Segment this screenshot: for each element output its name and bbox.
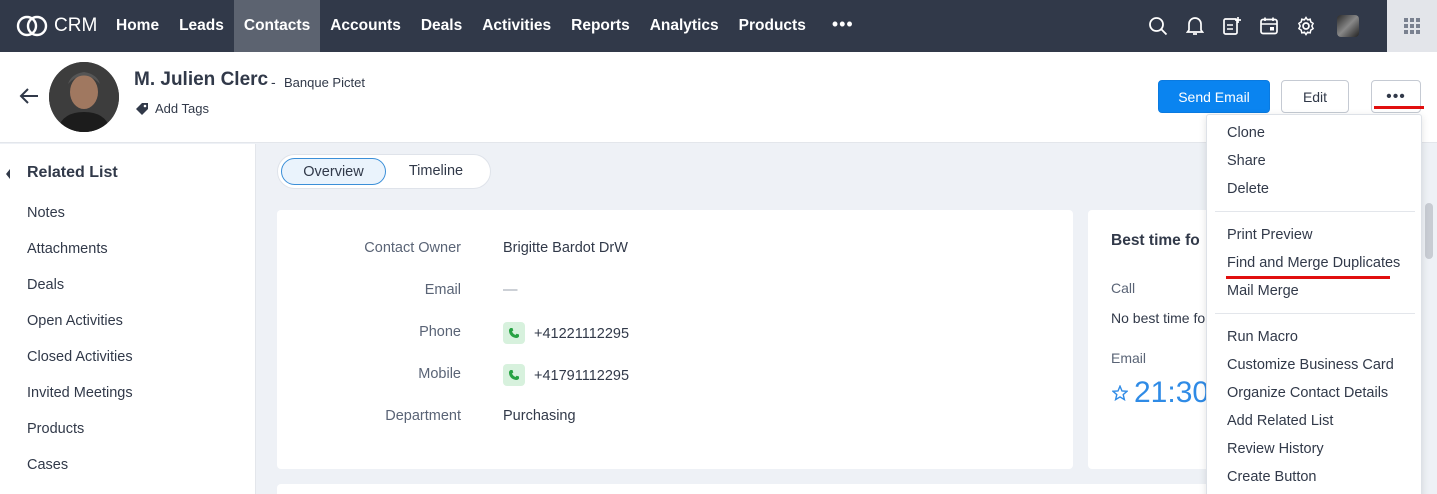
menu-item-create-button[interactable]: Create Button <box>1227 469 1316 485</box>
apps-grid-icon[interactable] <box>1387 0 1437 52</box>
more-actions-menu: Clone Share Delete Print Preview Find an… <box>1206 114 1422 494</box>
edit-button[interactable]: Edit <box>1281 80 1349 113</box>
related-item-products[interactable]: Products <box>27 421 133 457</box>
back-arrow-icon[interactable] <box>19 88 39 109</box>
nav-products[interactable]: Products <box>729 0 816 52</box>
email-label: Email <box>1111 350 1147 366</box>
field-label: Mobile <box>418 366 461 382</box>
related-item-invited-meetings[interactable]: Invited Meetings <box>27 385 133 421</box>
best-time-title: Best time fo <box>1111 232 1200 249</box>
calendar-icon[interactable] <box>1257 14 1281 38</box>
menu-item-share[interactable]: Share <box>1227 153 1266 169</box>
field-value[interactable]: Brigitte Bardot DrW <box>503 240 628 256</box>
call-best-time-value: No best time fo <box>1111 310 1206 326</box>
add-tags-label: Add Tags <box>155 101 209 116</box>
contact-photo[interactable] <box>49 62 119 132</box>
nav-accounts[interactable]: Accounts <box>320 0 411 52</box>
field-label: Email <box>424 282 461 298</box>
email-best-time: 21:30 <box>1112 376 1209 410</box>
field-department: Department Purchasing <box>277 408 1073 428</box>
menu-item-clone[interactable]: Clone <box>1227 125 1265 141</box>
related-item-cases[interactable]: Cases <box>27 457 133 493</box>
nav-activities[interactable]: Activities <box>472 0 561 52</box>
field-contact-owner: Contact Owner Brigitte Bardot DrW <box>277 240 1073 260</box>
menu-item-mail-merge[interactable]: Mail Merge <box>1227 283 1299 299</box>
nav-reports[interactable]: Reports <box>561 0 640 52</box>
phone-icon[interactable] <box>503 322 525 344</box>
field-value-wrap: +41791112295 <box>503 364 629 386</box>
menu-item-review-history[interactable]: Review History <box>1227 441 1324 457</box>
related-item-open-activities[interactable]: Open Activities <box>27 313 133 349</box>
star-icon[interactable] <box>1112 385 1128 401</box>
best-time-card: Best time fo Call No best time fo Email … <box>1088 210 1218 469</box>
menu-item-customize-business-card[interactable]: Customize Business Card <box>1227 357 1394 373</box>
email-time-value: 21:30 <box>1134 376 1210 409</box>
annotation-underline-more <box>1374 106 1424 109</box>
field-email: Email — <box>277 282 1073 302</box>
nav-home[interactable]: Home <box>106 0 169 52</box>
nav-more-button[interactable]: ••• <box>816 0 870 52</box>
related-list: Notes Attachments Deals Open Activities … <box>27 205 133 493</box>
menu-item-delete[interactable]: Delete <box>1227 181 1269 197</box>
field-value[interactable]: +41791112295 <box>534 368 629 384</box>
annotation-underline-find-merge <box>1226 276 1390 279</box>
main-nav: Home Leads Contacts Accounts Deals Activ… <box>106 0 870 52</box>
field-label: Phone <box>419 324 461 340</box>
phone-icon[interactable] <box>503 364 525 386</box>
menu-item-add-related-list[interactable]: Add Related List <box>1227 413 1333 429</box>
related-item-attachments[interactable]: Attachments <box>27 241 133 277</box>
add-tags-button[interactable]: Add Tags <box>135 101 209 116</box>
field-phone: Phone +41221112295 <box>277 322 1073 344</box>
add-note-icon[interactable] <box>1220 14 1244 38</box>
bell-icon[interactable] <box>1183 14 1207 38</box>
related-list-sidebar: Related List Notes Attachments Deals Ope… <box>0 144 256 494</box>
menu-divider <box>1215 313 1415 314</box>
field-value[interactable]: — <box>503 282 518 298</box>
top-nav-bar: CRM Home Leads Contacts Accounts Deals A… <box>0 0 1437 52</box>
contact-company-link[interactable]: Banque Pictet <box>284 75 365 90</box>
field-value[interactable]: Purchasing <box>503 408 576 424</box>
user-avatar[interactable] <box>1337 15 1359 37</box>
nav-deals[interactable]: Deals <box>411 0 472 52</box>
related-item-deals[interactable]: Deals <box>27 277 133 313</box>
collapse-sidebar-icon[interactable] <box>6 167 10 179</box>
field-label: Department <box>385 408 461 424</box>
name-separator: - <box>271 74 276 90</box>
field-value[interactable]: +41221112295 <box>534 326 629 342</box>
menu-item-organize-contact-details[interactable]: Organize Contact Details <box>1227 385 1388 401</box>
top-icons <box>1146 14 1359 38</box>
contact-details-card: Contact Owner Brigitte Bardot DrW Email … <box>277 210 1073 469</box>
tab-timeline[interactable]: Timeline <box>396 158 476 185</box>
view-tabs: Overview Timeline <box>277 154 491 189</box>
crm-logo[interactable]: CRM <box>16 12 97 40</box>
nav-analytics[interactable]: Analytics <box>640 0 729 52</box>
related-item-notes[interactable]: Notes <box>27 205 133 241</box>
next-section-card <box>277 484 1217 494</box>
related-item-closed-activities[interactable]: Closed Activities <box>27 349 133 385</box>
tag-icon <box>136 102 148 115</box>
logo-text: CRM <box>54 15 98 36</box>
menu-item-print-preview[interactable]: Print Preview <box>1227 227 1312 243</box>
tab-overview[interactable]: Overview <box>281 158 386 185</box>
nav-contacts[interactable]: Contacts <box>233 0 321 52</box>
crm-logo-icon <box>16 15 48 37</box>
call-label: Call <box>1111 280 1136 296</box>
send-email-button[interactable]: Send Email <box>1158 80 1270 113</box>
menu-divider <box>1215 211 1415 212</box>
menu-item-find-merge-duplicates[interactable]: Find and Merge Duplicates <box>1227 255 1400 271</box>
related-list-title: Related List <box>27 164 118 181</box>
menu-item-run-macro[interactable]: Run Macro <box>1227 329 1298 345</box>
nav-leads[interactable]: Leads <box>169 0 234 52</box>
field-mobile: Mobile +41791112295 <box>277 364 1073 386</box>
page-scrollbar[interactable] <box>1425 203 1433 259</box>
search-icon[interactable] <box>1146 14 1170 38</box>
field-label: Contact Owner <box>364 240 461 256</box>
gear-icon[interactable] <box>1294 14 1318 38</box>
field-value-wrap: +41221112295 <box>503 322 629 344</box>
contact-name: M. Julien Clerc <box>134 69 269 90</box>
